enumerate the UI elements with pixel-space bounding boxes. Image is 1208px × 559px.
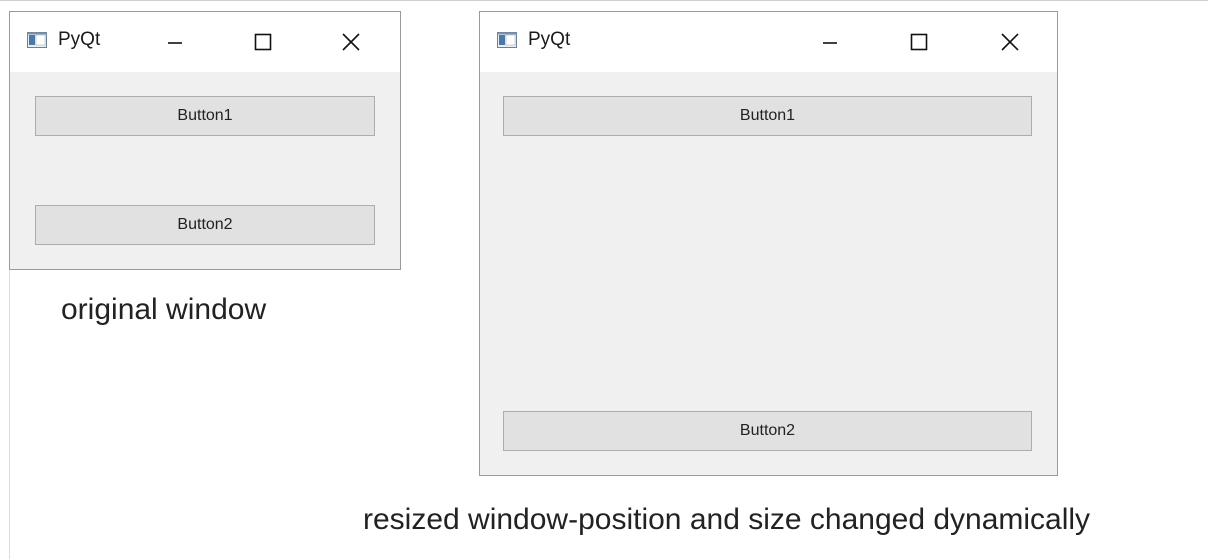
original-window: PyQt Button1 Button2 <box>9 11 401 270</box>
resized-window: PyQt Button1 Button2 <box>479 11 1058 476</box>
title-bar[interactable]: PyQt <box>10 12 400 72</box>
minimize-icon[interactable] <box>161 28 189 56</box>
title-bar[interactable]: PyQt <box>480 12 1057 72</box>
app-window-icon <box>497 32 517 48</box>
app-window-icon <box>27 32 47 48</box>
maximize-icon[interactable] <box>905 28 933 56</box>
resized-window-caption: resized window-position and size changed… <box>363 503 1091 536</box>
window-title: PyQt <box>58 29 101 50</box>
close-icon[interactable] <box>337 28 365 56</box>
window-title: PyQt <box>528 29 571 50</box>
button2[interactable]: Button2 <box>503 411 1032 451</box>
page-top-border <box>0 0 1208 1</box>
original-window-caption: original window <box>61 293 267 326</box>
button2[interactable]: Button2 <box>35 205 375 245</box>
page-left-border <box>9 270 10 559</box>
close-icon[interactable] <box>996 28 1024 56</box>
minimize-icon[interactable] <box>816 28 844 56</box>
maximize-icon[interactable] <box>249 28 277 56</box>
button1[interactable]: Button1 <box>503 96 1032 136</box>
button1[interactable]: Button1 <box>35 96 375 136</box>
